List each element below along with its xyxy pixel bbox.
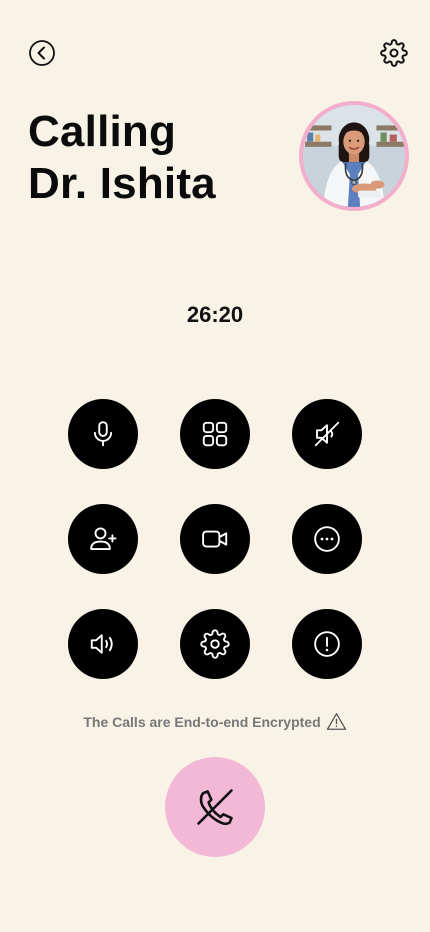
video-camera-icon [202,530,228,548]
gear-icon [200,629,230,659]
user-plus-icon [90,527,117,550]
call-controls [68,399,362,679]
microphone-icon [93,421,113,447]
page-title: Calling Dr. Ishita [28,106,288,210]
speaker-muted-icon [314,421,340,447]
more-dots-icon [314,526,340,552]
alert-circle-icon [314,631,340,657]
keypad-button[interactable] [180,399,250,469]
gear-icon [380,39,408,67]
warning-triangle-icon [326,713,346,730]
speaker-volume-icon [90,634,113,654]
doctor-portrait [303,105,405,207]
phone-off-icon [197,789,233,826]
microphone-button[interactable] [68,399,138,469]
end-call-button[interactable] [165,757,265,857]
mute-speaker-button[interactable] [292,399,362,469]
add-participant-button[interactable] [68,504,138,574]
title-line-1: Calling [28,107,177,156]
avatar [299,101,409,211]
report-button[interactable] [292,609,362,679]
encryption-text: The Calls are End-to-end Encrypted [83,713,321,730]
grid-icon [202,421,228,447]
video-button[interactable] [180,504,250,574]
back-button[interactable] [27,38,57,68]
encryption-note: The Calls are End-to-end Encrypted [0,712,430,731]
call-timer: 26:20 [186,302,244,327]
speaker-button[interactable] [68,609,138,679]
more-options-button[interactable] [292,504,362,574]
settings-button[interactable] [379,38,409,68]
chevron-left-circle-icon [29,40,55,66]
call-settings-button[interactable] [180,609,250,679]
title-line-2: Dr. Ishita [28,159,216,208]
